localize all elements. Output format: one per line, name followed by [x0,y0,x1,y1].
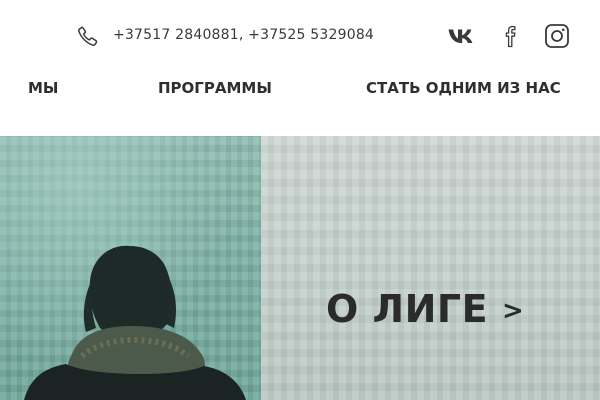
phone-numbers[interactable]: +37517 2840881, +37525 5329084 [113,27,374,43]
hero-photo-faded [261,136,600,400]
nav-item-programs[interactable]: ПРОГРАММЫ [158,79,272,97]
instagram-icon [545,24,569,48]
main-nav: МЫ ПРОГРАММЫ СТАТЬ ОДНИМ ИЗ НАС [0,72,600,136]
person-silhouette [24,245,246,400]
hero-banner: О ЛИГЕ > [0,136,600,400]
phone-icon [76,24,100,48]
chevron-right-icon[interactable]: > [502,296,524,326]
vk-link[interactable] [447,22,477,50]
contact-bar: +37517 2840881, +37525 5329084 [0,0,600,72]
facebook-link[interactable] [496,22,526,50]
instagram-link[interactable] [542,22,572,50]
nav-item-join-us[interactable]: СТАТЬ ОДНИМ ИЗ НАС [366,79,561,97]
hero-photo-tinted [0,136,261,400]
vk-icon [448,29,473,43]
nav-item-about-us[interactable]: МЫ [28,79,58,97]
page: +37517 2840881, +37525 5329084 МЫ ПРОГРА… [0,0,600,400]
facebook-icon [505,25,516,48]
about-league-link[interactable]: О ЛИГЕ [326,287,488,331]
